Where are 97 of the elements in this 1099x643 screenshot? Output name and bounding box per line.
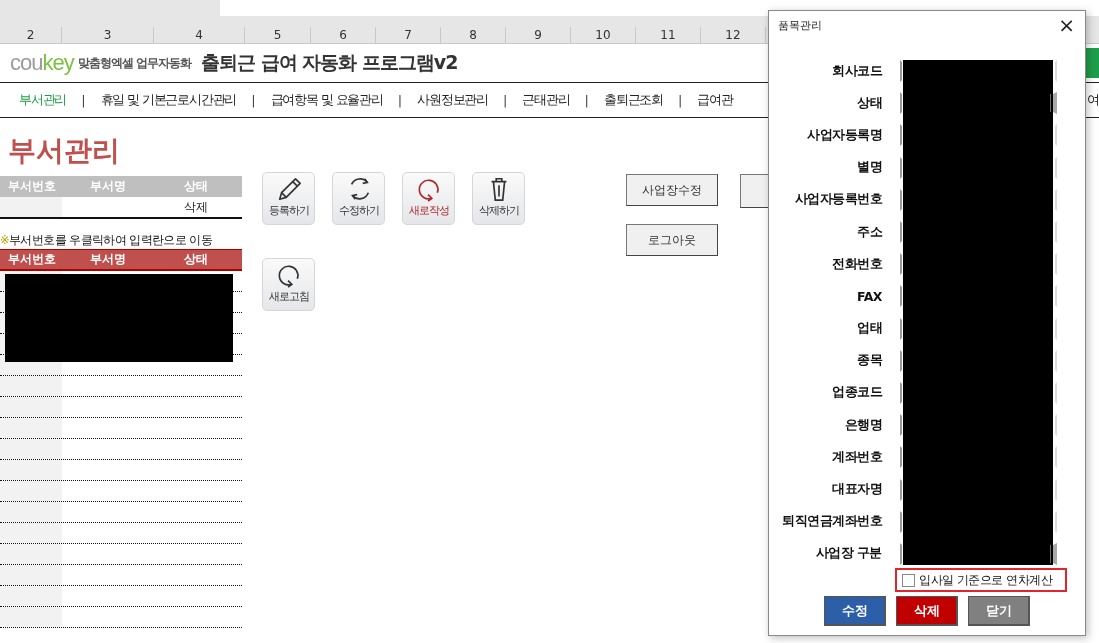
checkbox-label[interactable]: 입사일 기준으로 연차계산 — [919, 571, 1053, 589]
input-field[interactable] — [900, 156, 1057, 179]
nav-separator: | — [397, 92, 403, 108]
input-cell[interactable] — [0, 197, 62, 217]
table-cell — [0, 502, 62, 522]
nav-separator: | — [502, 92, 508, 108]
logo: coukey — [10, 50, 74, 76]
nav-item[interactable]: 휴일 및 기본근로시간관리 — [100, 91, 237, 109]
dropdown-field[interactable] — [900, 542, 1057, 565]
column-header[interactable]: 7 — [376, 27, 441, 43]
nav-separator: | — [81, 92, 86, 108]
nav-item[interactable]: 여 — [1087, 91, 1099, 109]
nav-item[interactable]: 급여관 — [697, 91, 733, 109]
input-field[interactable] — [900, 317, 1057, 340]
column-header[interactable]: 2 — [0, 27, 62, 43]
table-cell — [0, 607, 62, 627]
dialog-button[interactable]: 닫기 — [968, 596, 1030, 626]
column-title: 부서번호 — [7, 178, 57, 195]
nav-item[interactable]: 근태관리 — [522, 91, 570, 109]
side-button[interactable]: 로그아웃 — [626, 224, 718, 256]
column-header[interactable]: 9 — [506, 27, 571, 43]
nav-item[interactable]: 부서관리 — [19, 91, 67, 109]
close-button[interactable]: × — [1056, 15, 1077, 35]
field-label: 별명 — [856, 159, 882, 177]
table-cell — [0, 439, 62, 459]
table-cell — [0, 397, 62, 417]
column-header[interactable]: 8 — [441, 27, 506, 43]
field-label: 사업자등록번호 — [793, 191, 882, 209]
input-field[interactable] — [900, 510, 1057, 533]
sheet-title: 부서관리 — [7, 133, 121, 169]
checkbox[interactable] — [902, 573, 915, 587]
dialog-button[interactable]: 삭제 — [896, 596, 958, 626]
table-cell — [0, 565, 62, 585]
action-button[interactable]: 등록하기 — [262, 172, 315, 225]
field-label: 사업장 구분 — [814, 545, 882, 563]
field-label: 대표자명 — [831, 481, 882, 499]
app-title: 출퇴근 급여 자동화 프로그램v2 — [200, 50, 458, 75]
nav-separator: | — [677, 92, 683, 108]
field-label: 업종코드 — [831, 384, 882, 402]
column-title: 부서명 — [89, 251, 127, 268]
field-label: 회사코드 — [831, 62, 882, 80]
field-label: 은행명 — [843, 416, 882, 434]
table-cell — [0, 418, 62, 438]
dropdown-field[interactable] — [900, 92, 1057, 115]
input-field[interactable] — [900, 221, 1057, 244]
column-header[interactable]: 5 — [245, 27, 311, 43]
input-field[interactable] — [900, 478, 1057, 501]
input-field[interactable] — [900, 253, 1057, 276]
action-button[interactable]: 새로고침 — [262, 258, 315, 311]
field-label: 종목 — [856, 352, 882, 370]
table-cell — [0, 376, 62, 396]
field-label: 계좌번호 — [831, 448, 882, 466]
table-cell — [0, 460, 62, 480]
table-cell — [0, 544, 62, 564]
column-title: 상태 — [183, 178, 209, 195]
table-cell — [0, 523, 62, 543]
field-label: 주소 — [856, 223, 882, 241]
input-field[interactable] — [900, 124, 1057, 147]
note-text: 부서번호를 우클릭하여 입력란으로 이동 — [9, 233, 212, 247]
action-button[interactable]: 새로작성 — [402, 172, 455, 225]
table-cell — [0, 481, 62, 501]
tagline: 맞춤형엑셀 업무자동화 — [77, 54, 191, 72]
field-label: 퇴직연금계좌번호 — [781, 513, 882, 531]
action-button[interactable]: 삭제하기 — [472, 172, 525, 225]
nav-item[interactable]: 사원정보관리 — [417, 91, 488, 109]
column-header[interactable]: 3 — [62, 27, 154, 43]
nav-separator: | — [584, 92, 589, 108]
input-field[interactable] — [900, 446, 1057, 469]
input-field[interactable] — [900, 381, 1057, 404]
field-label: 업태 — [856, 320, 882, 338]
action-button[interactable]: 수정하기 — [332, 172, 385, 225]
column-title: 상태 — [183, 251, 209, 268]
dialog-button[interactable]: 수정 — [824, 596, 886, 626]
side-button[interactable]: 사업장수정 — [626, 174, 718, 206]
column-header[interactable]: 12 — [701, 27, 766, 43]
input-field[interactable] — [900, 285, 1057, 308]
status-cell[interactable]: 삭제 — [172, 198, 242, 216]
dialog-title: 품목관리 — [778, 17, 822, 33]
field-label: 상태 — [856, 94, 882, 112]
column-title: 부서명 — [89, 178, 127, 195]
input-field[interactable] — [900, 349, 1057, 372]
input-field[interactable] — [900, 414, 1057, 437]
input-field[interactable] — [900, 188, 1057, 211]
column-header[interactable]: 11 — [636, 27, 701, 43]
input-field[interactable] — [900, 60, 1057, 83]
note-mark: ※ — [0, 233, 10, 247]
nav-item[interactable]: 출퇴근조회 — [603, 91, 663, 109]
table-cell — [0, 586, 62, 606]
column-title: 부서번호 — [7, 251, 57, 268]
field-label: 사업자등록명 — [806, 126, 882, 144]
column-header[interactable]: 6 — [311, 27, 376, 43]
field-label: FAX — [856, 288, 882, 304]
nav-separator: | — [251, 92, 256, 108]
nav-item[interactable]: 급여항목 및 요율관리 — [270, 91, 383, 109]
field-label: 전화번호 — [831, 255, 882, 273]
column-header[interactable]: 10 — [571, 27, 636, 43]
column-header[interactable]: 4 — [154, 27, 245, 43]
